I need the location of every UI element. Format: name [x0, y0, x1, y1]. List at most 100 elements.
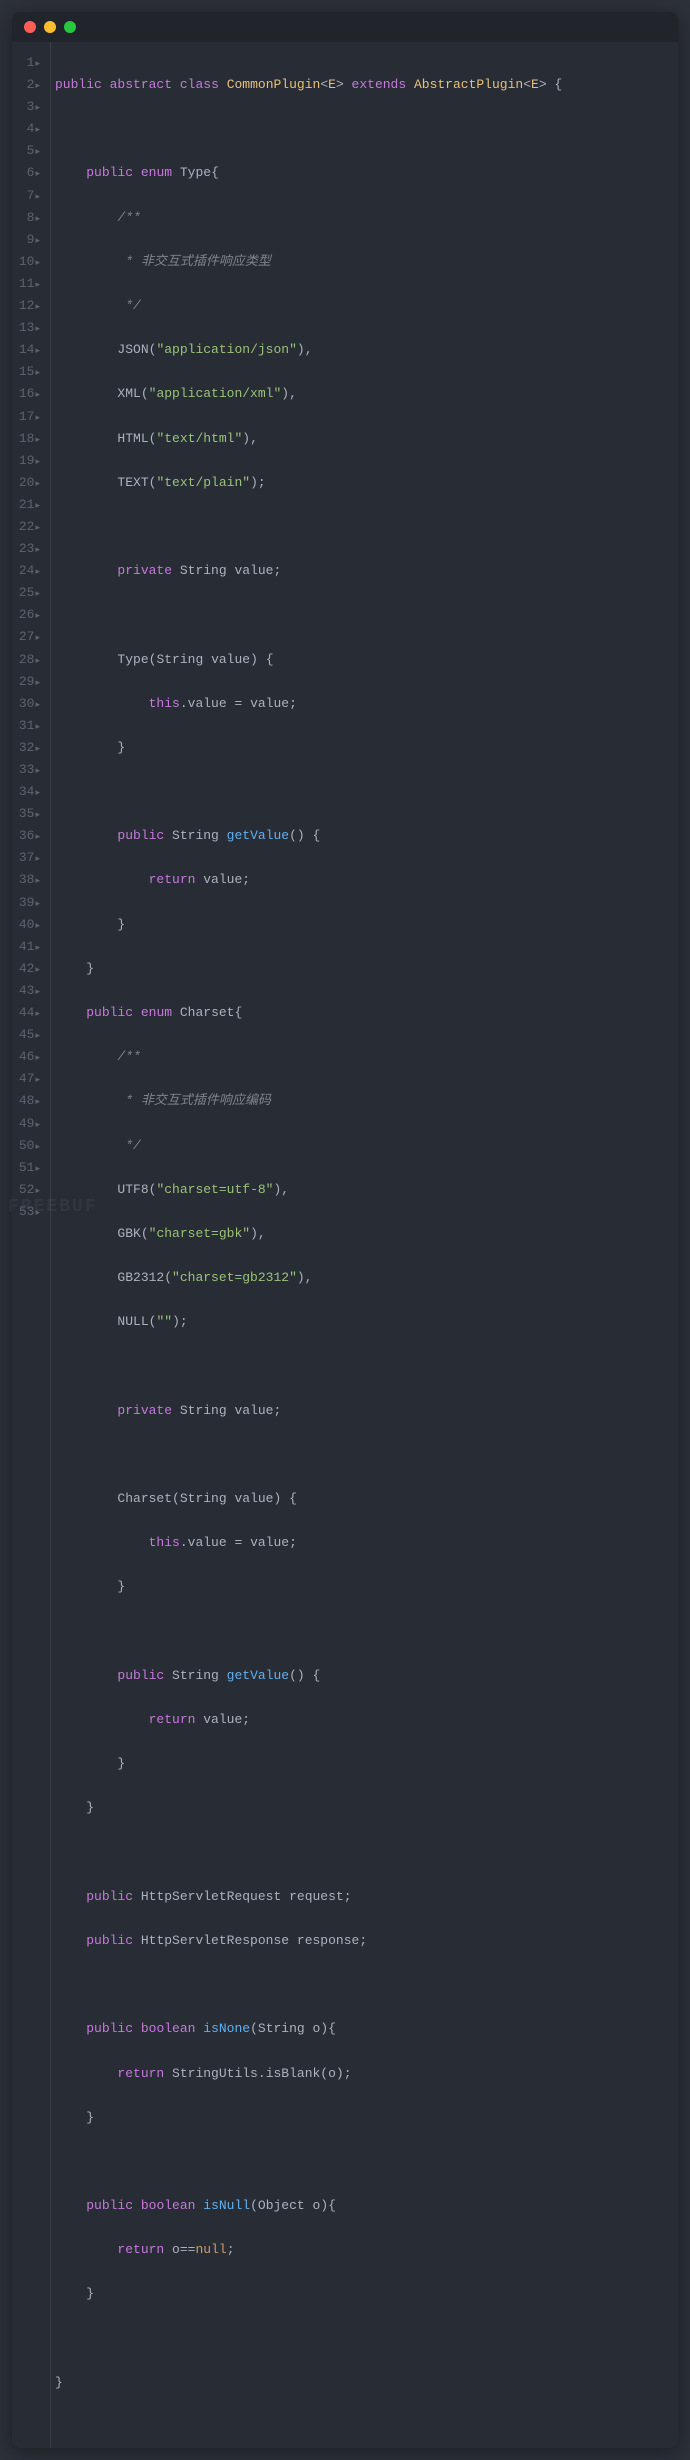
fold-icon[interactable]: ▸: [35, 987, 40, 997]
fold-icon[interactable]: ▸: [35, 435, 40, 445]
code-line[interactable]: }: [55, 2283, 670, 2305]
fold-icon[interactable]: ▸: [35, 103, 40, 113]
code-line[interactable]: }: [55, 1753, 670, 1775]
fold-icon[interactable]: ▸: [35, 236, 40, 246]
fold-icon[interactable]: ▸: [35, 501, 40, 511]
fold-icon[interactable]: ▸: [35, 214, 40, 224]
fold-icon[interactable]: ▸: [35, 854, 40, 864]
code-line[interactable]: public HttpServletRequest request;: [55, 1886, 670, 1908]
fold-icon[interactable]: ▸: [35, 633, 40, 643]
code-line[interactable]: [55, 1444, 670, 1466]
fold-icon[interactable]: ▸: [35, 346, 40, 356]
fold-icon[interactable]: ▸: [35, 810, 40, 820]
fold-icon[interactable]: ▸: [35, 125, 40, 135]
code-line[interactable]: NULL("");: [55, 1311, 670, 1333]
fold-icon[interactable]: ▸: [35, 390, 40, 400]
fold-icon[interactable]: ▸: [35, 81, 40, 91]
fold-icon[interactable]: ▸: [35, 169, 40, 179]
code-line[interactable]: JSON("application/json"),: [55, 339, 670, 361]
fold-icon[interactable]: ▸: [35, 656, 40, 666]
fold-icon[interactable]: ▸: [35, 59, 40, 69]
fold-icon[interactable]: ▸: [35, 413, 40, 423]
code-line[interactable]: UTF8("charset=utf-8"),: [55, 1179, 670, 1201]
code-line[interactable]: public String getValue() {: [55, 825, 670, 847]
fold-icon[interactable]: ▸: [35, 1208, 40, 1218]
code-line[interactable]: XML("application/xml"),: [55, 383, 670, 405]
code-line[interactable]: GBK("charset=gbk"),: [55, 1223, 670, 1245]
code-line[interactable]: public abstract class CommonPlugin<E> ex…: [55, 74, 670, 96]
fold-icon[interactable]: ▸: [35, 1075, 40, 1085]
code-line[interactable]: public enum Charset{: [55, 1002, 670, 1024]
fold-icon[interactable]: ▸: [35, 368, 40, 378]
code-line[interactable]: [55, 1621, 670, 1643]
code-line[interactable]: private String value;: [55, 560, 670, 582]
code-line[interactable]: [55, 2328, 670, 2350]
fold-icon[interactable]: ▸: [35, 1009, 40, 1019]
code-line[interactable]: }: [55, 1576, 670, 1598]
minimize-icon[interactable]: [44, 21, 56, 33]
code-line[interactable]: [55, 1974, 670, 1996]
fold-icon[interactable]: ▸: [35, 965, 40, 975]
code-line[interactable]: HTML("text/html"),: [55, 428, 670, 450]
fold-icon[interactable]: ▸: [35, 302, 40, 312]
code-line[interactable]: }: [55, 2372, 670, 2394]
fold-icon[interactable]: ▸: [35, 1186, 40, 1196]
code-line[interactable]: return value;: [55, 869, 670, 891]
fold-icon[interactable]: ▸: [35, 479, 40, 489]
fold-icon[interactable]: ▸: [35, 567, 40, 577]
fold-icon[interactable]: ▸: [35, 192, 40, 202]
code-area[interactable]: public abstract class CommonPlugin<E> ex…: [50, 42, 678, 2448]
code-line[interactable]: * 非交互式插件响应编码: [55, 1090, 670, 1112]
code-line[interactable]: return value;: [55, 1709, 670, 1731]
code-line[interactable]: this.value = value;: [55, 1532, 670, 1554]
code-line[interactable]: this.value = value;: [55, 693, 670, 715]
code-line[interactable]: public enum Type{: [55, 162, 670, 184]
fold-icon[interactable]: ▸: [35, 722, 40, 732]
fold-icon[interactable]: ▸: [35, 1142, 40, 1152]
code-line[interactable]: }: [55, 737, 670, 759]
code-line[interactable]: * 非交互式插件响应类型: [55, 251, 670, 273]
fold-icon[interactable]: ▸: [35, 921, 40, 931]
fold-icon[interactable]: ▸: [35, 678, 40, 688]
code-line[interactable]: [55, 1356, 670, 1378]
code-line[interactable]: [55, 781, 670, 803]
code-line[interactable]: }: [55, 914, 670, 936]
code-line[interactable]: */: [55, 295, 670, 317]
code-line[interactable]: }: [55, 2107, 670, 2129]
fold-icon[interactable]: ▸: [35, 1053, 40, 1063]
fold-icon[interactable]: ▸: [35, 744, 40, 754]
fold-icon[interactable]: ▸: [35, 523, 40, 533]
code-line[interactable]: public HttpServletResponse response;: [55, 1930, 670, 1952]
code-line[interactable]: private String value;: [55, 1400, 670, 1422]
fold-icon[interactable]: ▸: [35, 457, 40, 467]
fold-icon[interactable]: ▸: [35, 1120, 40, 1130]
maximize-icon[interactable]: [64, 21, 76, 33]
code-line[interactable]: [55, 516, 670, 538]
code-line[interactable]: GB2312("charset=gb2312"),: [55, 1267, 670, 1289]
fold-icon[interactable]: ▸: [35, 766, 40, 776]
code-line[interactable]: Type(String value) {: [55, 649, 670, 671]
fold-icon[interactable]: ▸: [35, 943, 40, 953]
fold-icon[interactable]: ▸: [35, 832, 40, 842]
fold-icon[interactable]: ▸: [35, 611, 40, 621]
code-line[interactable]: Charset(String value) {: [55, 1488, 670, 1510]
fold-icon[interactable]: ▸: [35, 589, 40, 599]
code-line[interactable]: [55, 604, 670, 626]
fold-icon[interactable]: ▸: [35, 1097, 40, 1107]
fold-icon[interactable]: ▸: [35, 280, 40, 290]
code-line[interactable]: /**: [55, 207, 670, 229]
code-line[interactable]: public String getValue() {: [55, 1665, 670, 1687]
code-line[interactable]: return o==null;: [55, 2239, 670, 2261]
code-line[interactable]: public boolean isNull(Object o){: [55, 2195, 670, 2217]
code-line[interactable]: */: [55, 1135, 670, 1157]
code-line[interactable]: }: [55, 1797, 670, 1819]
code-line[interactable]: [55, 2151, 670, 2173]
code-line[interactable]: public boolean isNone(String o){: [55, 2018, 670, 2040]
code-line[interactable]: [55, 1842, 670, 1864]
close-icon[interactable]: [24, 21, 36, 33]
code-editor[interactable]: 1▸ 2▸ 3▸ 4▸ 5▸ 6▸ 7▸ 8▸ 9▸ 10▸ 11▸ 12▸ 1…: [12, 42, 678, 2448]
fold-icon[interactable]: ▸: [35, 876, 40, 886]
code-line[interactable]: /**: [55, 1046, 670, 1068]
code-line[interactable]: }: [55, 958, 670, 980]
fold-icon[interactable]: ▸: [35, 147, 40, 157]
